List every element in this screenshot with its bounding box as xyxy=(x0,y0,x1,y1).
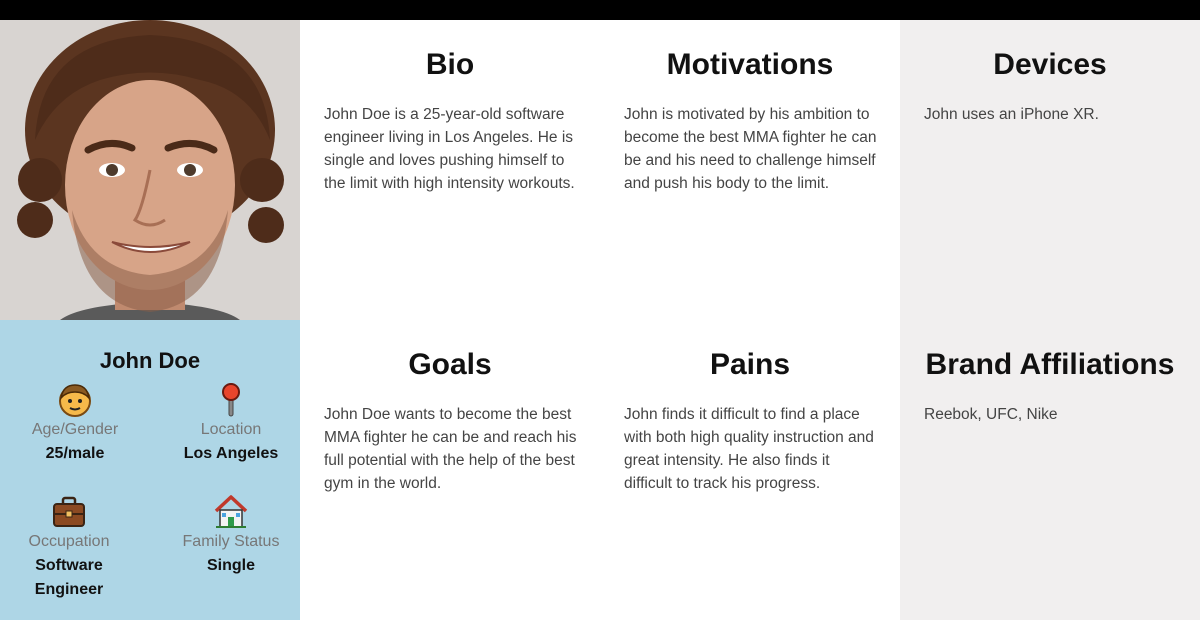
profile-photo xyxy=(0,20,300,320)
attribute-value: Los Angeles xyxy=(183,445,279,462)
goals-title: Goals xyxy=(408,348,492,381)
attribute-label: Family Status xyxy=(182,533,280,550)
brand-affiliations-title: Brand Affiliations xyxy=(925,348,1175,381)
attribute-location: Location Los Angeles xyxy=(156,382,306,466)
persona-profile-panel: John Doe Age/Gender 25/male Location Los… xyxy=(0,320,300,620)
pains-title: Pains xyxy=(709,348,791,381)
attribute-value: Software Engineer xyxy=(34,557,104,598)
top-bar xyxy=(0,0,1200,20)
motivations-section: Motivations John is motivated by his amb… xyxy=(600,20,900,320)
brand-affiliations-section: Brand Affiliations Reebok, UFC, Nike xyxy=(900,320,1200,620)
goals-section: Goals John Doe wants to become the best … xyxy=(300,320,600,620)
attribute-value: Single xyxy=(206,557,255,574)
brand-affiliations-text: Reebok, UFC, Nike xyxy=(924,406,1058,423)
briefcase-icon xyxy=(53,496,85,527)
attribute-label: Occupation xyxy=(28,533,110,550)
attribute-label: Location xyxy=(200,421,262,438)
location-pin-icon xyxy=(222,383,240,417)
pains-text: John finds it difficult to find a place … xyxy=(624,406,874,492)
motivations-title: Motivations xyxy=(666,48,834,81)
attribute-age-gender: Age/Gender 25/male xyxy=(0,382,150,466)
bio-title: Bio xyxy=(425,48,475,81)
devices-title: Devices xyxy=(993,48,1107,81)
motivations-text: John is motivated by his ambition to bec… xyxy=(624,106,877,192)
bio-section: Bio John Doe is a 25-year-old software e… xyxy=(300,20,600,320)
devices-section: Devices John uses an iPhone XR. xyxy=(900,20,1200,320)
bio-text: John Doe is a 25-year-old software engin… xyxy=(324,106,575,192)
pains-section: Pains John finds it difficult to find a … xyxy=(600,320,900,620)
persona-name: John Doe xyxy=(99,348,201,373)
person-face-icon xyxy=(59,384,91,417)
attribute-value: 25/male xyxy=(45,445,105,462)
attribute-family-status: Family Status Single xyxy=(156,494,306,578)
house-icon xyxy=(214,495,248,528)
devices-text: John uses an iPhone XR. xyxy=(924,106,1099,123)
attribute-occupation: Occupation Software Engineer xyxy=(0,494,144,602)
goals-text: John Doe wants to become the best MMA fi… xyxy=(324,406,577,492)
attribute-label: Age/Gender xyxy=(31,421,119,438)
